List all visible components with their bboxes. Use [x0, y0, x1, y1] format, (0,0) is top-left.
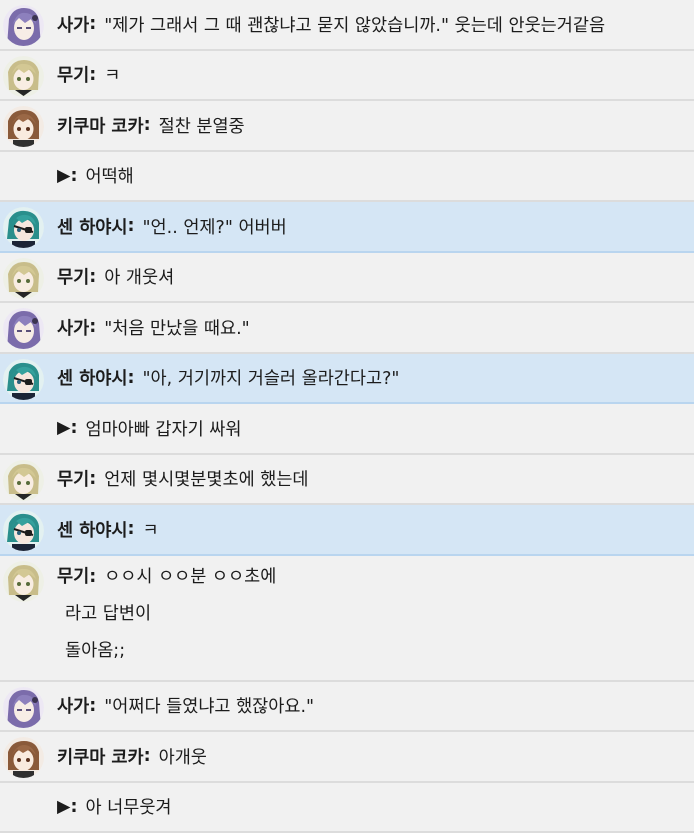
message-text: 절찬 분열중: [159, 113, 245, 138]
chat-message-row: 사가: "어쩌다 들였냐고 했잖아요.": [0, 682, 694, 733]
name-separator: :: [128, 519, 135, 539]
mugi-avatar: [3, 460, 44, 501]
saga-avatar: [3, 5, 44, 46]
message-text: 돌아옴;;: [65, 641, 125, 661]
chat-message-row: 무기: 언제 몇시몇분몇초에 했는데: [0, 455, 694, 506]
name-separator: :: [89, 14, 96, 34]
chat-message-row: 무기: 아 개웃셔: [0, 253, 694, 304]
speaker-name: 키쿠마 코카: [57, 744, 144, 769]
kokka-avatar: [3, 106, 44, 147]
chat-message-row: 무기: ㅋ: [0, 51, 694, 102]
saga-avatar: [3, 687, 44, 728]
speaker-name: 사가: [57, 12, 89, 37]
chat-message-row: 무기: ㅇㅇ시 ㅇㅇ분 ㅇㅇ초에라고 답변이돌아옴;;: [0, 556, 694, 682]
speaker-name: 무기: [57, 264, 89, 289]
message-line: 무기: ㅇㅇ시 ㅇㅇ분 ㅇㅇ초에: [57, 559, 694, 596]
message-text: 아개웃: [159, 744, 207, 769]
name-separator: :: [70, 797, 77, 817]
name-separator: :: [128, 216, 135, 236]
chat-message-row: 사가: "제가 그래서 그 때 괜찮냐고 묻지 않았습니까." 웃는데 안웃는거같…: [0, 0, 694, 51]
player-marker: ▶: [57, 166, 70, 186]
sen-avatar: [3, 510, 44, 551]
speaker-name: 사가: [57, 693, 89, 718]
mugi-avatar: [3, 56, 44, 97]
speaker-name: 사가: [57, 315, 89, 340]
chat-log: 사가: "제가 그래서 그 때 괜찮냐고 묻지 않았습니까." 웃는데 안웃는거같…: [0, 0, 694, 833]
speaker-name: 키쿠마 코카: [57, 113, 144, 138]
name-separator: :: [89, 317, 96, 337]
chat-message-row: 센 하야시: "아, 거기까지 거슬러 올라간다고?": [0, 354, 694, 405]
message-text: "언.. 언제?" 어버버: [143, 214, 287, 239]
message-text: "처음 만났을 때요.": [104, 315, 250, 340]
chat-message-row: 센 하야시: "언.. 언제?" 어버버: [0, 202, 694, 253]
speaker-name: 무기: [57, 62, 89, 87]
sen-avatar: [3, 207, 44, 248]
saga-avatar: [3, 308, 44, 349]
name-separator: :: [89, 469, 96, 489]
name-separator: :: [70, 418, 77, 438]
name-separator: :: [128, 368, 135, 388]
name-separator: :: [89, 567, 96, 587]
message-text: ㅋ: [143, 517, 159, 542]
mugi-avatar: [3, 258, 44, 299]
speaker-name: 무기: [57, 466, 89, 491]
name-separator: :: [89, 696, 96, 716]
message-text: 아 개웃셔: [104, 264, 174, 289]
message-text: "아, 거기까지 거슬러 올라간다고?": [143, 365, 400, 390]
message-text: 어떡해: [85, 163, 133, 188]
speaker-name: 센 하야시: [57, 365, 128, 390]
name-separator: :: [89, 65, 96, 85]
name-separator: :: [89, 267, 96, 287]
chat-message-row: 사가: "처음 만났을 때요.": [0, 303, 694, 354]
message-text: ㅋ: [104, 62, 120, 87]
message-text: ㅇㅇ시 ㅇㅇ분 ㅇㅇ초에: [104, 567, 276, 587]
chat-message-row: 키쿠마 코카: 아개웃: [0, 732, 694, 783]
speaker-name: 센 하야시: [57, 517, 128, 542]
kokka-avatar: [3, 737, 44, 778]
message-text: "제가 그래서 그 때 괜찮냐고 묻지 않았습니까." 웃는데 안웃는거같음: [104, 12, 605, 37]
chat-message-row: 키쿠마 코카: 절찬 분열중: [0, 101, 694, 152]
chat-message-row: ▶: 어떡해: [0, 152, 694, 203]
sen-avatar: [3, 359, 44, 400]
name-separator: :: [70, 166, 77, 186]
message-line: 라고 답변이: [57, 596, 694, 633]
name-separator: :: [144, 746, 151, 766]
message-line: 돌아옴;;: [57, 633, 694, 670]
message-text: 엄마아빠 갑자기 싸워: [85, 416, 241, 441]
player-marker: ▶: [57, 418, 70, 438]
player-marker: ▶: [57, 797, 70, 817]
speaker-name: 무기: [57, 567, 89, 587]
message-text: 언제 몇시몇분몇초에 했는데: [104, 466, 308, 491]
chat-message-row: ▶: 아 너무웃겨: [0, 783, 694, 833]
speaker-name: 센 하야시: [57, 214, 128, 239]
chat-message-row: 센 하야시: ㅋ: [0, 505, 694, 556]
mugi-avatar: [3, 561, 44, 602]
chat-message-row: ▶: 엄마아빠 갑자기 싸워: [0, 404, 694, 455]
name-separator: :: [144, 115, 151, 135]
message-text: 라고 답변이: [65, 604, 151, 624]
message-text: 아 너무웃겨: [85, 794, 171, 819]
message-text: "어쩌다 들였냐고 했잖아요.": [104, 693, 314, 718]
